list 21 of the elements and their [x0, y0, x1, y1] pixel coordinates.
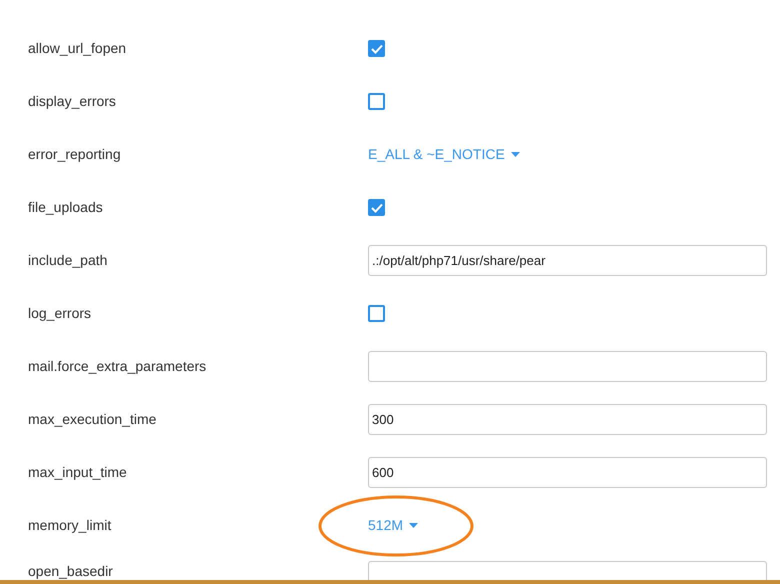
caret-icon: [510, 152, 520, 157]
checkbox[interactable]: [368, 40, 385, 57]
checkbox[interactable]: [368, 199, 385, 216]
caret-icon: [409, 523, 418, 528]
setting-label: mail.force_extra_parameters: [28, 357, 208, 376]
setting-label: include_path: [28, 251, 108, 270]
input-field[interactable]: 300: [368, 404, 767, 435]
setting-label: log_errors: [28, 304, 92, 323]
setting-label: file_uploads: [28, 198, 104, 217]
checkbox[interactable]: [368, 305, 385, 322]
setting-label: error_reporting: [28, 145, 122, 164]
checkbox[interactable]: [368, 93, 385, 110]
setting-label: max_input_time: [28, 463, 128, 482]
input-field[interactable]: [368, 351, 767, 382]
setting-label: display_errors: [28, 92, 117, 111]
setting-label: allow_url_fopen: [28, 39, 128, 58]
input-field[interactable]: .:/opt/alt/php71/usr/share/pear: [368, 245, 767, 276]
setting-label: max_execution_time: [28, 410, 158, 429]
setting-label: memory_limit: [28, 516, 112, 535]
setting-label: open_basedir: [28, 562, 114, 581]
input-field[interactable]: 600: [368, 457, 767, 488]
